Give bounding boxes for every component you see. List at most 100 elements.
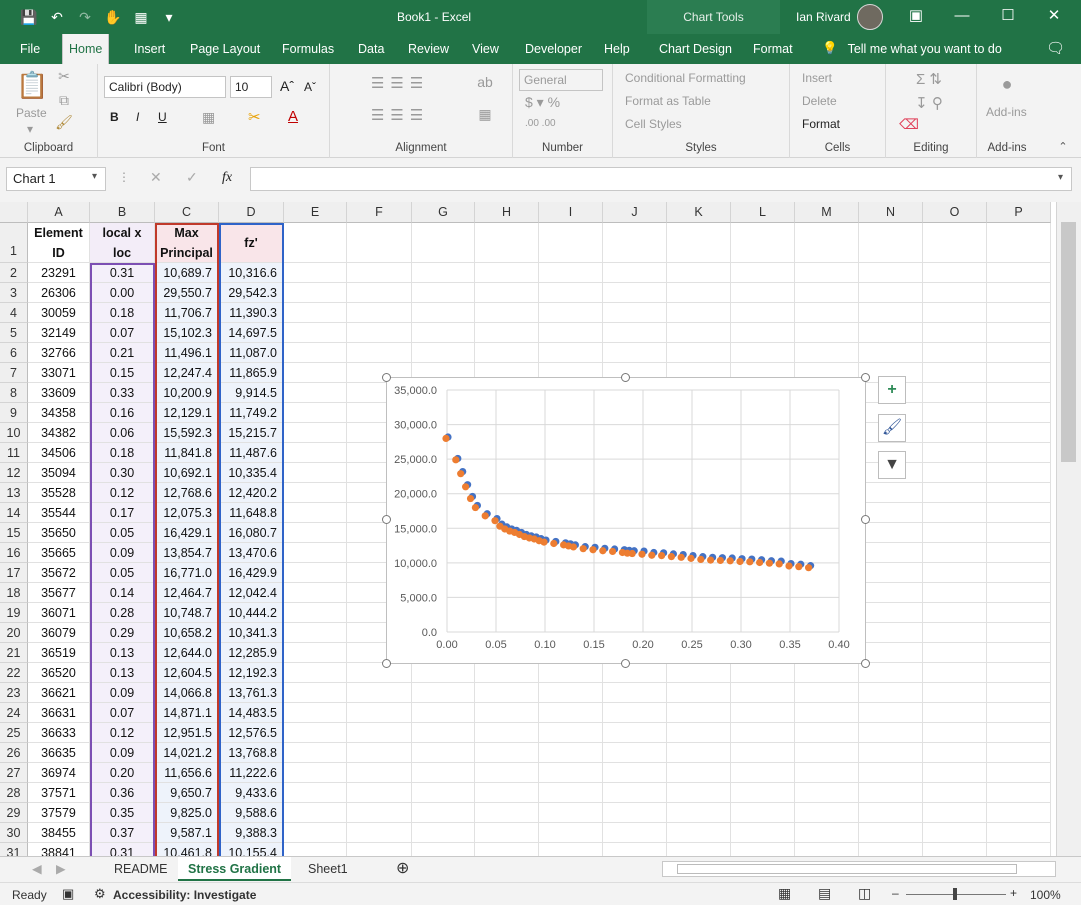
tab-home[interactable]: Home xyxy=(62,34,110,64)
data-cell[interactable]: 11,087.0 xyxy=(219,343,284,363)
data-cell[interactable]: 0.17 xyxy=(90,503,155,523)
empty-cell[interactable] xyxy=(923,623,987,643)
data-cell[interactable]: 0.09 xyxy=(90,543,155,563)
empty-cell[interactable] xyxy=(539,743,603,763)
data-cell[interactable]: 0.00 xyxy=(90,283,155,303)
empty-cell[interactable] xyxy=(475,843,539,856)
merge-center-icon[interactable]: ▦ xyxy=(470,106,500,123)
empty-cell[interactable] xyxy=(859,783,923,803)
empty-cell[interactable] xyxy=(284,363,347,383)
shrink-font-icon[interactable]: Aˇ xyxy=(304,80,316,94)
data-cell[interactable]: 0.36 xyxy=(90,783,155,803)
empty-cell[interactable] xyxy=(923,263,987,283)
empty-cell[interactable] xyxy=(475,303,539,323)
empty-cell[interactable] xyxy=(987,583,1051,603)
empty-cell[interactable] xyxy=(731,803,795,823)
empty-cell[interactable] xyxy=(667,323,731,343)
empty-cell[interactable] xyxy=(603,803,667,823)
data-cell[interactable]: 26306 xyxy=(28,283,90,303)
data-cell[interactable]: 9,914.5 xyxy=(219,383,284,403)
data-cell[interactable]: 35528 xyxy=(28,483,90,503)
empty-cell[interactable] xyxy=(284,423,347,443)
data-cell[interactable]: 11,496.1 xyxy=(155,343,219,363)
empty-cell[interactable] xyxy=(987,543,1051,563)
empty-cell[interactable] xyxy=(923,503,987,523)
comments-icon[interactable]: 🗨 xyxy=(1040,34,1071,64)
empty-cell[interactable] xyxy=(347,843,412,856)
data-cell[interactable]: 12,192.3 xyxy=(219,663,284,683)
empty-cell[interactable] xyxy=(412,703,475,723)
row-header[interactable]: 9 xyxy=(0,403,28,423)
empty-cell[interactable] xyxy=(475,263,539,283)
empty-cell[interactable] xyxy=(284,403,347,423)
row-header[interactable]: 7 xyxy=(0,363,28,383)
data-cell[interactable]: 36631 xyxy=(28,703,90,723)
empty-cell[interactable] xyxy=(795,743,859,763)
font-size-select[interactable]: 10 xyxy=(230,76,272,98)
empty-cell[interactable] xyxy=(284,263,347,283)
row-header[interactable]: 25 xyxy=(0,723,28,743)
empty-cell[interactable] xyxy=(539,843,603,856)
column-header-c[interactable]: C xyxy=(155,202,219,223)
row-header[interactable]: 30 xyxy=(0,823,28,843)
row-header[interactable]: 22 xyxy=(0,663,28,683)
empty-cell[interactable] xyxy=(284,823,347,843)
empty-cell[interactable] xyxy=(284,223,347,263)
data-cell[interactable]: 12,129.1 xyxy=(155,403,219,423)
data-cell[interactable]: 16,771.0 xyxy=(155,563,219,583)
data-cell[interactable]: 0.14 xyxy=(90,583,155,603)
format-cells-button[interactable]: Format xyxy=(802,117,840,131)
empty-cell[interactable] xyxy=(475,683,539,703)
data-cell[interactable]: 14,697.5 xyxy=(219,323,284,343)
empty-cell[interactable] xyxy=(603,303,667,323)
avatar[interactable] xyxy=(857,4,883,30)
data-cell[interactable]: 0.30 xyxy=(90,463,155,483)
page-break-view-icon[interactable]: ◫ xyxy=(858,885,871,902)
data-cell[interactable]: 12,604.5 xyxy=(155,663,219,683)
data-cell[interactable]: 0.12 xyxy=(90,723,155,743)
data-cell[interactable]: 0.07 xyxy=(90,703,155,723)
data-cell[interactable]: 0.33 xyxy=(90,383,155,403)
row-header[interactable]: 20 xyxy=(0,623,28,643)
addins-icon[interactable]: ● xyxy=(995,74,1019,95)
empty-cell[interactable] xyxy=(731,843,795,856)
empty-cell[interactable] xyxy=(859,523,923,543)
empty-cell[interactable] xyxy=(859,843,923,856)
empty-cell[interactable] xyxy=(923,323,987,343)
empty-cell[interactable] xyxy=(539,283,603,303)
empty-cell[interactable] xyxy=(987,443,1051,463)
empty-cell[interactable] xyxy=(859,323,923,343)
empty-cell[interactable] xyxy=(923,803,987,823)
vertical-scroll-thumb[interactable] xyxy=(1061,222,1076,462)
empty-cell[interactable] xyxy=(539,703,603,723)
macro-record-icon[interactable]: ▣ xyxy=(62,886,74,902)
empty-cell[interactable] xyxy=(795,343,859,363)
format-as-table-button[interactable]: Format as Table xyxy=(625,94,711,108)
empty-cell[interactable] xyxy=(603,223,667,263)
empty-cell[interactable] xyxy=(539,303,603,323)
row-header[interactable]: 31 xyxy=(0,843,28,856)
empty-cell[interactable] xyxy=(347,803,412,823)
paste-button[interactable]: Paste xyxy=(16,106,47,120)
save-icon[interactable]: 💾 xyxy=(18,7,40,27)
column-header-j[interactable]: J xyxy=(603,202,667,223)
tab-formulas[interactable]: Formulas xyxy=(276,34,340,64)
empty-cell[interactable] xyxy=(923,443,987,463)
empty-cell[interactable] xyxy=(859,283,923,303)
empty-cell[interactable] xyxy=(603,683,667,703)
row-header[interactable]: 4 xyxy=(0,303,28,323)
column-header-l[interactable]: L xyxy=(731,202,795,223)
data-cell[interactable]: 12,042.4 xyxy=(219,583,284,603)
zoom-out-icon[interactable]: – xyxy=(892,886,899,900)
empty-cell[interactable] xyxy=(731,283,795,303)
empty-cell[interactable] xyxy=(987,403,1051,423)
empty-cell[interactable] xyxy=(284,683,347,703)
empty-cell[interactable] xyxy=(539,763,603,783)
empty-cell[interactable] xyxy=(923,463,987,483)
number-format-select[interactable]: General xyxy=(519,69,603,91)
empty-cell[interactable] xyxy=(731,823,795,843)
empty-cell[interactable] xyxy=(603,283,667,303)
chart-icon[interactable]: ▦ xyxy=(130,7,152,27)
row-header[interactable]: 18 xyxy=(0,583,28,603)
empty-cell[interactable] xyxy=(987,683,1051,703)
